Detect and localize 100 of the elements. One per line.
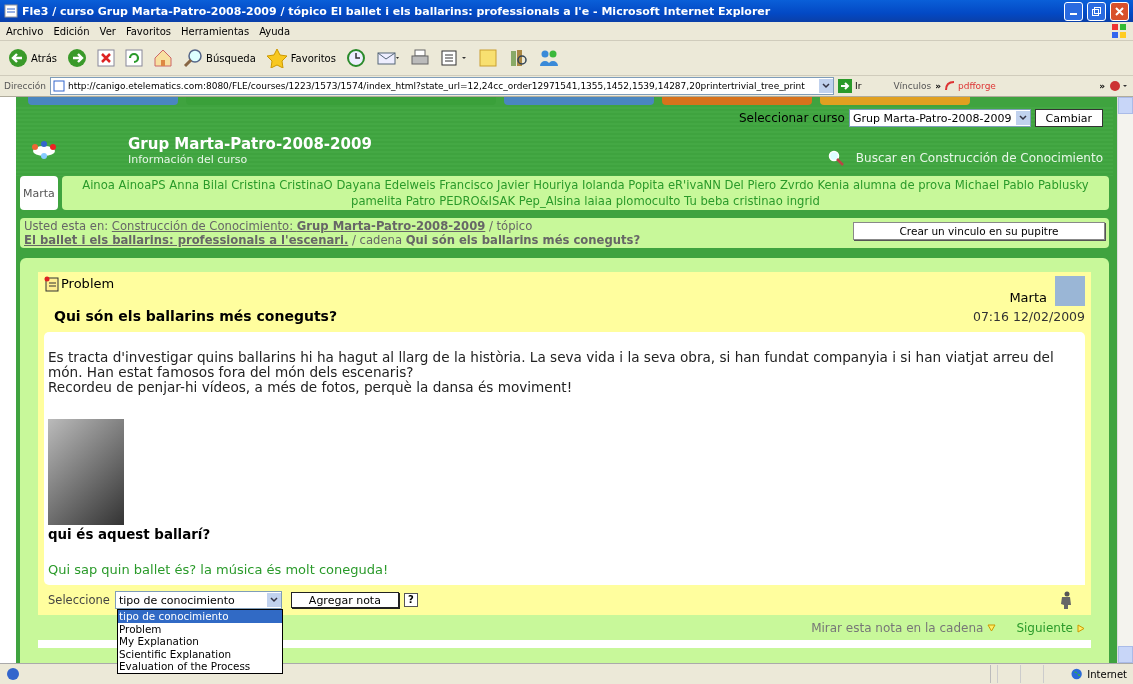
search-button[interactable]: Búsqueda (181, 48, 258, 68)
member-link[interactable]: CristinaO (279, 178, 333, 192)
note-paragraph: Recordeu de penjar-hi vídeos, a més de fotos, perquè la dansa és moviment! (48, 380, 574, 395)
member-link[interactable]: Zvrdo (779, 178, 814, 192)
member-link[interactable]: AinoaPS (118, 178, 166, 192)
member-link[interactable]: alumna de prova (852, 178, 952, 192)
member-link[interactable]: ingrid (786, 194, 820, 208)
maximize-button[interactable] (1087, 1, 1106, 21)
menu-item[interactable]: Archivo (6, 25, 44, 37)
select-label: Seleccione (48, 593, 110, 607)
dropdown-caret-button[interactable] (819, 79, 834, 93)
note-title: Qui són els ballarins més coneguts? (54, 308, 338, 324)
links-label: Vínculos (893, 81, 932, 91)
more-links-chevron[interactable]: » (935, 81, 941, 91)
triangle-right-icon (1077, 623, 1085, 633)
course-info-link[interactable]: Información del curso (128, 153, 372, 166)
create-link-button[interactable]: Crear un vinculo en su pupitre (853, 222, 1105, 240)
photo-caption: qui és aquest ballarí? (48, 527, 212, 542)
menu-item[interactable]: Ver (99, 25, 116, 37)
view-in-thread-link[interactable]: Mirar esta nota en la cadena (811, 621, 997, 635)
pdfforge-logo (945, 81, 955, 91)
member-link[interactable]: laiaa (584, 194, 613, 208)
people-round-table-icon (30, 138, 58, 160)
author-name[interactable]: Marta (1009, 289, 1047, 305)
course-select[interactable]: Grup Marta-Patro-2008-2009 (848, 109, 1031, 127)
refresh-button[interactable] (123, 49, 146, 67)
menu-item[interactable]: Ayuda (259, 25, 291, 37)
topic-link[interactable]: El ballet i els ballarins: professionals a l'escenari. (24, 233, 349, 247)
printer-icon (409, 48, 430, 68)
favorites-button[interactable]: Favoritos (263, 48, 338, 68)
member-link[interactable]: Edelweis (384, 178, 436, 192)
search-icon (827, 150, 844, 166)
triangle-down-icon (987, 624, 997, 632)
member-link[interactable]: plomoculto (615, 194, 681, 208)
close-button[interactable] (1110, 1, 1129, 21)
caret-icon (822, 83, 831, 89)
member-link[interactable]: Ainoa (82, 178, 115, 192)
history-icon (345, 48, 366, 68)
member-link[interactable]: PEDRO&ISAK (439, 194, 516, 208)
member-link[interactable]: Michael (954, 178, 1000, 192)
member-link[interactable]: Pep_Alsina (518, 194, 581, 208)
member-link[interactable]: pamelita (351, 194, 403, 208)
current-user-link[interactable]: Marta (20, 176, 58, 210)
note-time: 07:16 12/02/2009 (972, 309, 1085, 324)
course-title: Grup Marta-Patro-2008-2009 (128, 135, 372, 153)
stop-icon (97, 49, 116, 67)
more-toolbar-chevron[interactable]: » (1099, 81, 1105, 91)
member-link[interactable]: Tu beba (684, 194, 730, 208)
minimize-icon (1070, 13, 1077, 15)
menu-item[interactable]: Edición (53, 25, 90, 37)
dropdown-option[interactable]: tipo de conocimiento (118, 610, 282, 623)
member-link[interactable]: Dayana (336, 178, 381, 192)
page-icon (4, 4, 18, 18)
member-link[interactable]: Patro (405, 194, 436, 208)
member-link[interactable]: Francisco Javier (439, 178, 530, 192)
menu-item[interactable]: Favoritos (125, 25, 172, 37)
note-type: Problem (61, 276, 115, 291)
member-link[interactable]: Pablusky (1037, 178, 1089, 192)
knowledge-type-select[interactable]: tipo de conocimiento (114, 591, 282, 609)
go-button[interactable]: Ir (838, 79, 862, 93)
member-link[interactable]: Kenia (817, 178, 850, 192)
close-icon (1114, 5, 1125, 17)
member-link[interactable]: Del Piero (724, 178, 777, 192)
member-link[interactable]: Anna (169, 178, 200, 192)
help-button[interactable]: ? (403, 593, 418, 607)
search-icon (183, 48, 204, 68)
note-type-icon (44, 276, 60, 292)
refresh-icon (125, 49, 144, 67)
stop-button[interactable] (95, 49, 118, 67)
window-title: Fle3 / curso Grup Marta-Patro-2008-2009 / tópico El ballet i els ballarins: professionals a l'e - Microsoft Internet Explorer (22, 4, 772, 18)
address-field[interactable]: http://canigo.etelematics.com:8080/FLE/courses/1223/1573/1574/index_html?state_url=12,24cc_order12971541,1355,1452,1539,14287,20printertrivial_tree_print (50, 77, 835, 95)
zone-label: Internet (1087, 668, 1127, 680)
avatar-photo-placeholder (1055, 276, 1085, 306)
windows-flag-icon (1111, 23, 1127, 39)
member-link[interactable]: eR'ivaNN (667, 178, 721, 192)
note-paragraph: Es tracta d'investigar quins ballarins hi ha hagut al llarg de la història. La seva vida i la seva obra, si han fundat companyia i si han viatjat arreu del món. Han estat famosos fora del món dels escenaris? (48, 350, 1055, 380)
member-link[interactable]: Bilal (202, 178, 228, 192)
home-icon (153, 48, 174, 68)
caret-icon (269, 597, 278, 603)
member-link[interactable]: Iolanda (582, 178, 625, 192)
edit-page-icon (439, 48, 468, 68)
next-link[interactable]: Siguiente (1016, 621, 1085, 635)
go-arrow-icon (838, 79, 853, 93)
people-icon (537, 48, 560, 68)
note-link[interactable]: Qui sap quin ballet és? la música és molt coneguda! (48, 562, 389, 577)
member-link[interactable]: Cristina (231, 178, 276, 192)
minimize-button[interactable] (1064, 1, 1083, 21)
add-note-button[interactable]: Agregar nota (290, 592, 399, 608)
figure-icon (1059, 591, 1073, 609)
member-link[interactable]: Houriya (533, 178, 579, 192)
member-link[interactable]: cristinao (733, 194, 783, 208)
change-button[interactable]: Cambiar (1034, 109, 1103, 127)
menu-item[interactable]: Herramientas (181, 25, 250, 37)
member-link[interactable]: Popita (628, 178, 665, 192)
pdfforge-link[interactable]: pdfforge (945, 81, 996, 91)
search-link[interactable]: Buscar en Construcción de Conocimiento (827, 150, 1103, 166)
page-icon (53, 80, 66, 92)
area-link[interactable]: Construcción de Conocimiento: Grup Marta-Patro-2008-2009 (111, 219, 486, 233)
member-link[interactable]: Pablo (1002, 178, 1035, 192)
back-button[interactable]: Atrás (6, 48, 60, 68)
